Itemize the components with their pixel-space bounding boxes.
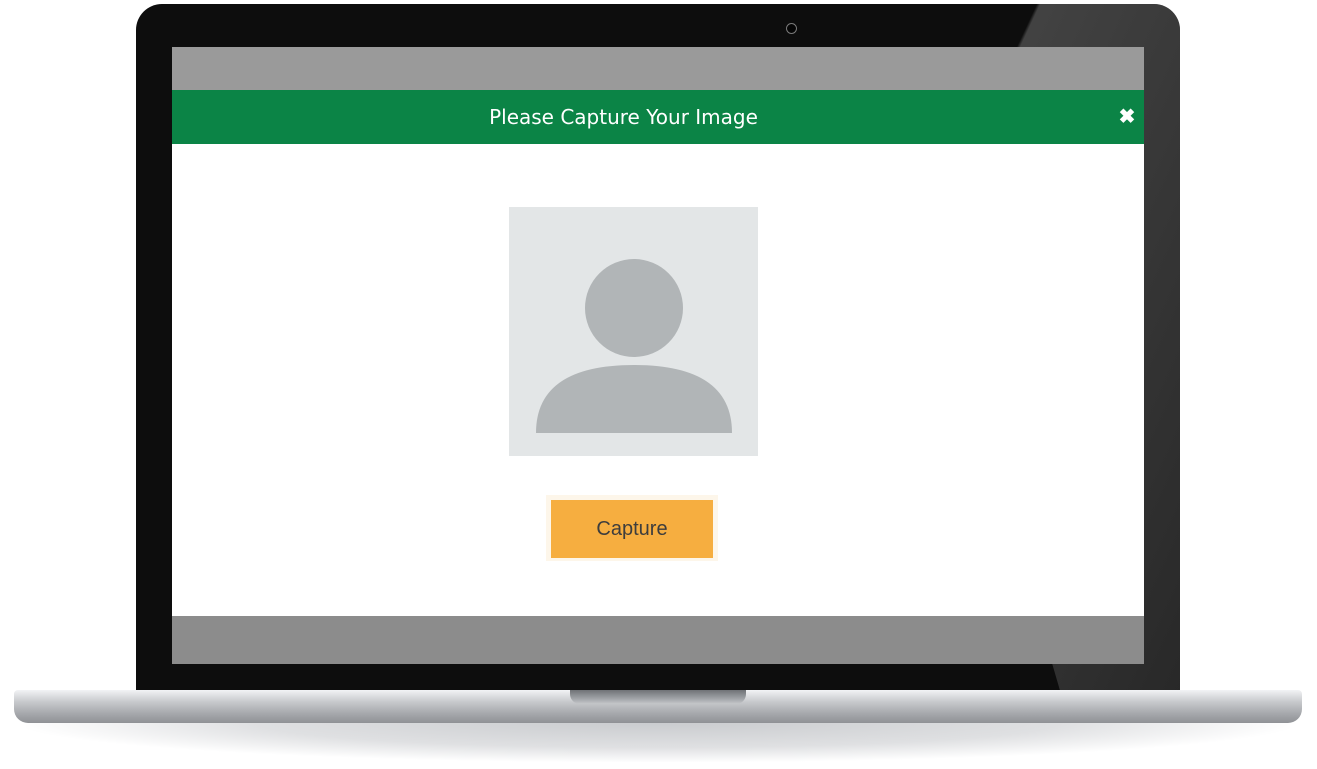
modal-header: Please Capture Your Image ✖ <box>172 90 1144 144</box>
laptop-screen: Please Capture Your Image ✖ Capture <box>172 47 1144 664</box>
backdrop-top <box>172 47 1144 90</box>
close-icon: ✖ <box>1118 106 1136 128</box>
photo-placeholder <box>509 207 758 456</box>
laptop-shadow <box>26 722 1290 762</box>
webcam-icon <box>786 23 797 34</box>
capture-modal: Please Capture Your Image ✖ Capture <box>172 90 1144 616</box>
laptop-mockup: Please Capture Your Image ✖ Capture <box>0 0 1317 769</box>
user-placeholder-icon <box>536 259 732 433</box>
close-button[interactable]: ✖ <box>1115 104 1139 130</box>
capture-button-frame: Capture <box>546 495 718 561</box>
capture-button[interactable]: Capture <box>551 500 713 558</box>
laptop-base <box>14 690 1302 723</box>
modal-title: Please Capture Your Image <box>489 105 758 129</box>
base-notch <box>570 690 746 704</box>
